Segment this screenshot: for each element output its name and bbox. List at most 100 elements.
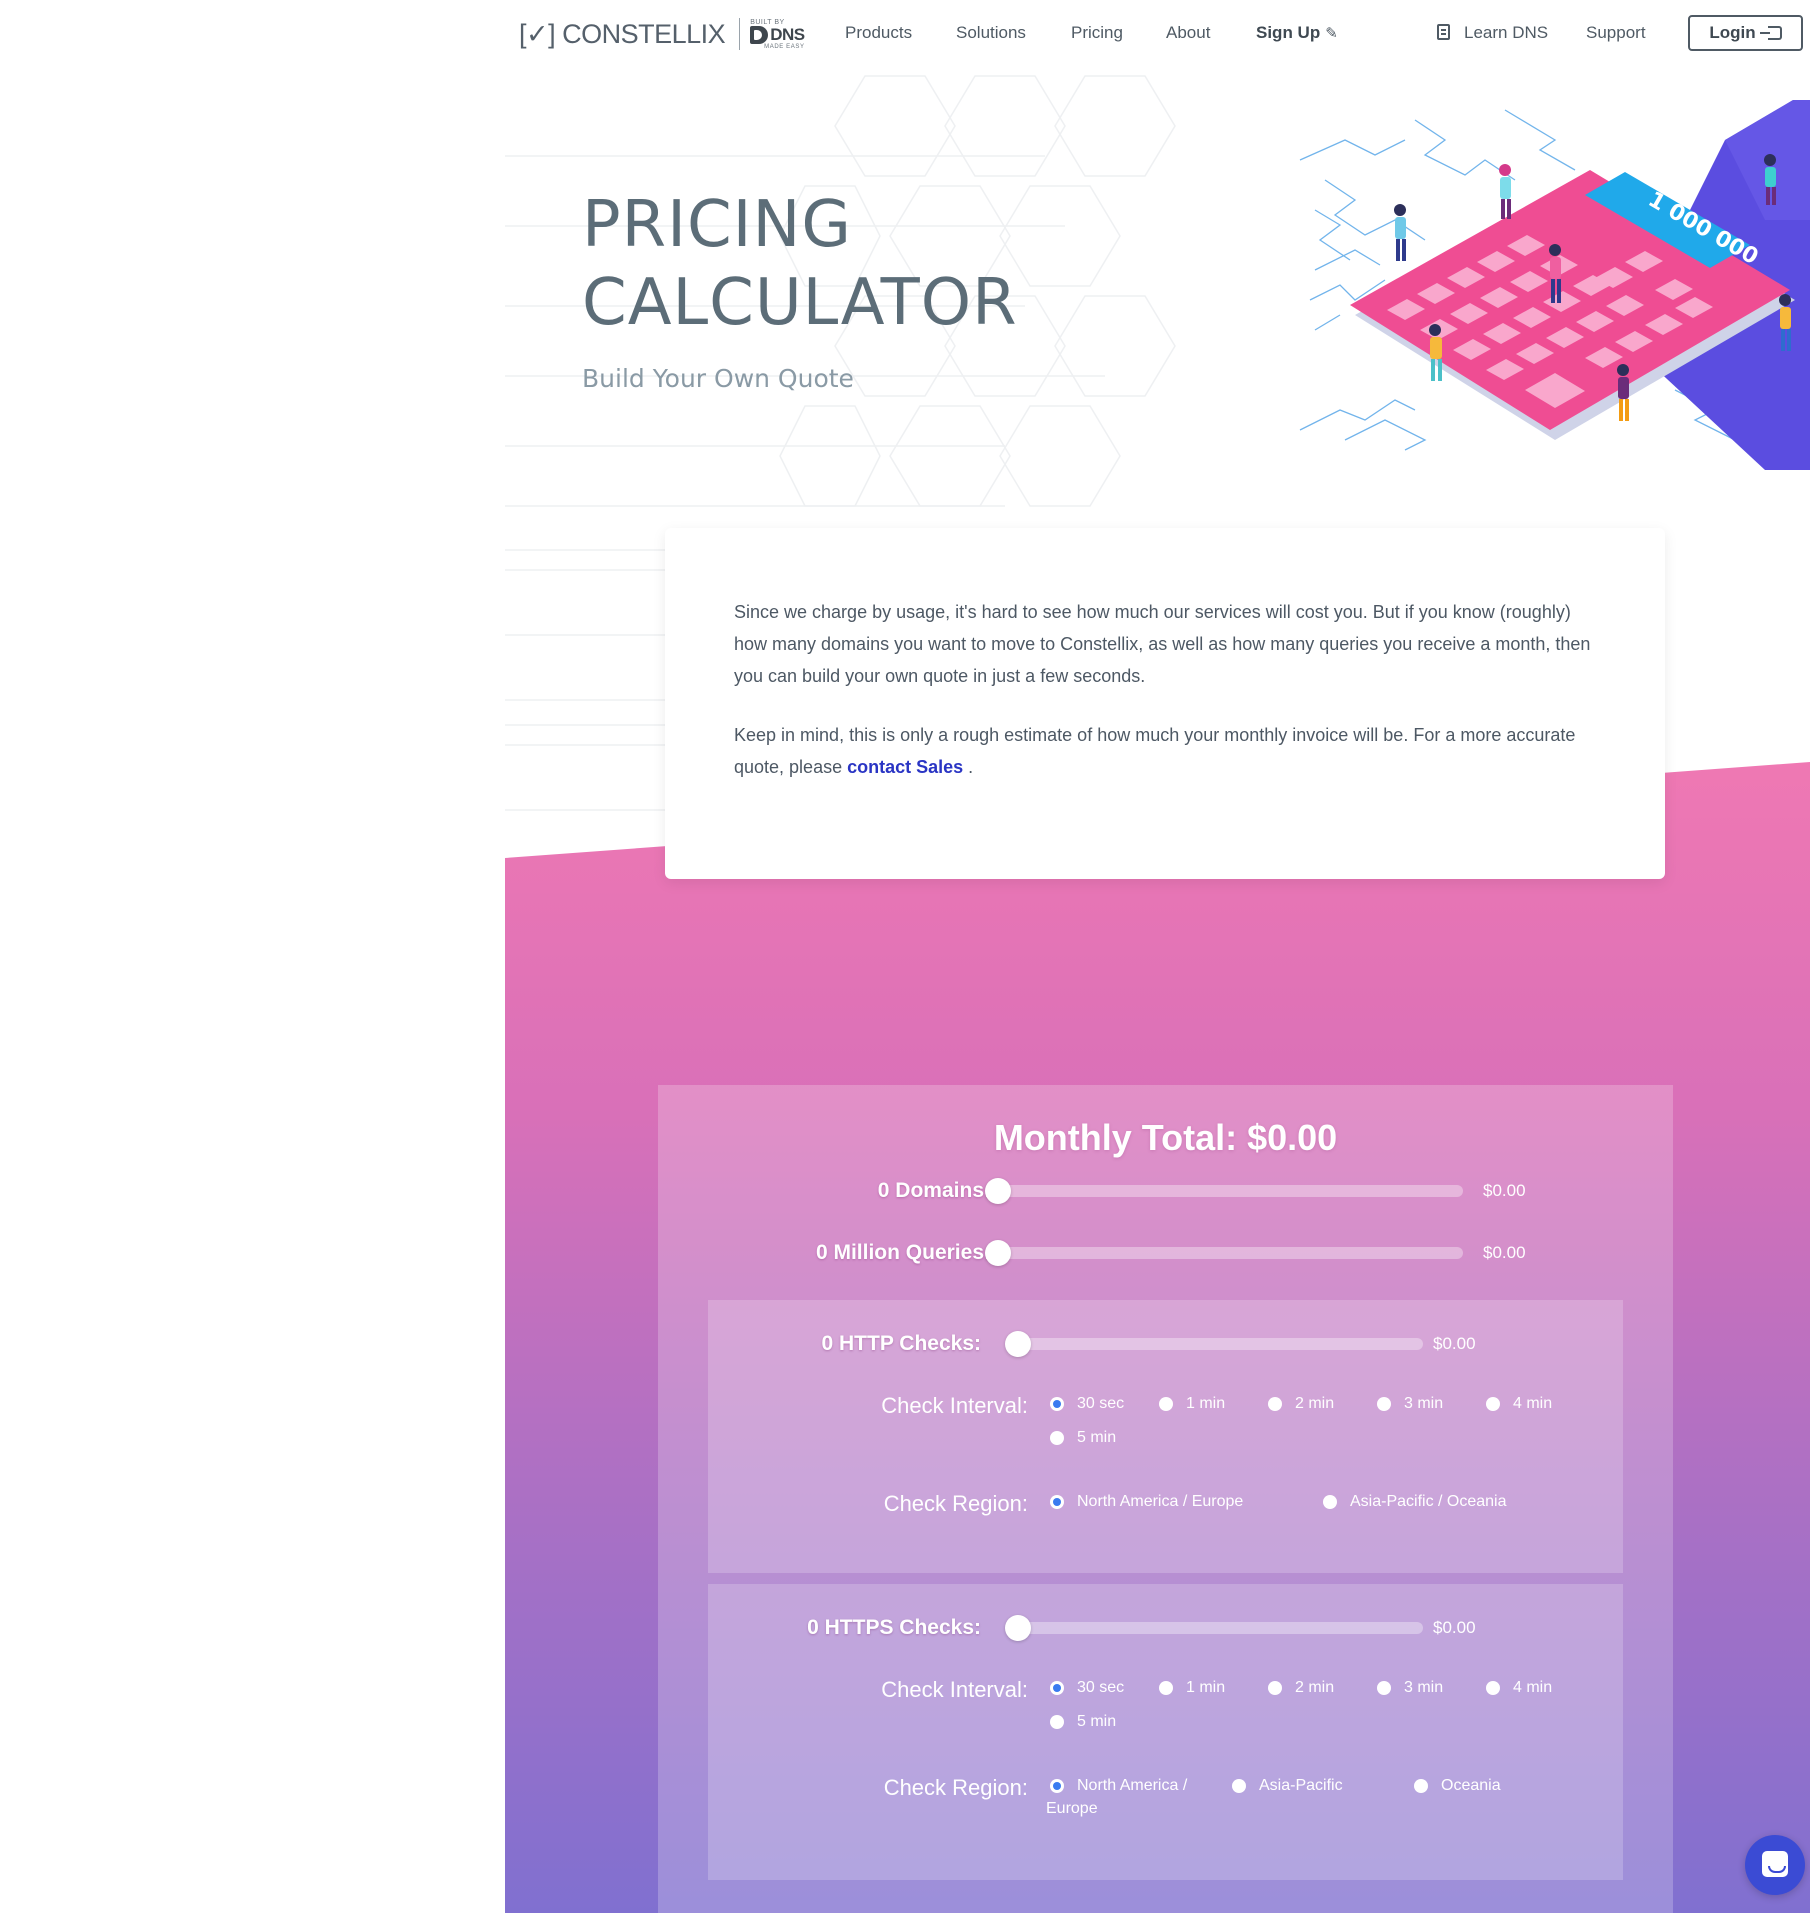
logo-divider <box>739 18 741 50</box>
radio-dot <box>1050 1779 1064 1793</box>
http-interval-2min[interactable]: 2 min <box>1268 1394 1334 1413</box>
http-interval-1min[interactable]: 1 min <box>1159 1394 1225 1413</box>
radio-dot <box>1268 1397 1282 1411</box>
intro-paragraph-1: Since we charge by usage, it's hard to s… <box>734 602 1591 686</box>
https-interval-3min-label: 3 min <box>1404 1679 1444 1696</box>
page-subtitle: Build Your Own Quote <box>582 364 854 393</box>
radio-dot <box>1377 1681 1391 1695</box>
queries-slider-thumb[interactable] <box>985 1240 1011 1266</box>
https-region-label: Check Region: <box>883 1775 1028 1800</box>
https-checks-section: 0 HTTPS Checks: $0.00 Check Interval: 30… <box>708 1584 1623 1880</box>
page-title-line-1: PRICING <box>582 188 852 262</box>
http-interval-30sec-label: 30 sec <box>1077 1395 1125 1412</box>
https-checks-price: $0.00 <box>1433 1618 1476 1637</box>
https-region-na-eu-label: North America / <box>1077 1777 1188 1794</box>
http-interval-3min[interactable]: 3 min <box>1377 1394 1443 1413</box>
http-interval-1min-label: 1 min <box>1186 1395 1226 1412</box>
login-icon <box>1759 26 1782 40</box>
https-region-apac[interactable]: Asia-Pacific <box>1232 1776 1343 1795</box>
radio-dot <box>1050 1397 1064 1411</box>
domains-price: $0.00 <box>1483 1181 1526 1200</box>
made-easy-text: MADE EASY <box>764 43 805 50</box>
pencil-icon: ✎ <box>1325 25 1338 42</box>
queries-slider[interactable] <box>998 1247 1463 1259</box>
nav-support[interactable]: Support <box>1586 23 1646 43</box>
http-interval-30sec[interactable]: 30 sec <box>1050 1394 1124 1413</box>
https-interval-5min[interactable]: 5 min <box>1050 1712 1116 1731</box>
login-button[interactable]: Login <box>1688 15 1803 51</box>
http-checks-section: 0 HTTP Checks: $0.00 Check Interval: 30 … <box>708 1300 1623 1573</box>
http-interval-4min[interactable]: 4 min <box>1486 1394 1552 1413</box>
radio-dot <box>1159 1681 1173 1695</box>
https-interval-1min[interactable]: 1 min <box>1159 1678 1225 1697</box>
queries-label: 0 Million Queries: <box>815 1241 991 1264</box>
https-region-oceania[interactable]: Oceania <box>1414 1776 1501 1795</box>
constellix-logo[interactable]: [✓] CONSTELLIX BUILT BY DNS MADE EASY <box>519 18 805 50</box>
https-interval-2min[interactable]: 2 min <box>1268 1678 1334 1697</box>
http-interval-5min-label: 5 min <box>1077 1429 1117 1446</box>
calculator-panel: Monthly Total: $0.00 0 Domains: $0.00 0 … <box>658 1085 1673 1913</box>
radio-dot <box>1486 1681 1500 1695</box>
contact-sales-link[interactable]: contact Sales <box>847 757 963 777</box>
page-title-line-2: CALCULATOR <box>582 266 1018 340</box>
http-interval-5min[interactable]: 5 min <box>1050 1428 1116 1447</box>
radio-dot <box>1268 1681 1282 1695</box>
http-checks-slider[interactable] <box>1018 1338 1423 1350</box>
https-checks-slider[interactable] <box>1018 1622 1423 1634</box>
logo-text: [✓] CONSTELLIX <box>519 18 726 49</box>
nav-solutions[interactable]: Solutions <box>956 23 1026 43</box>
radio-dot <box>1486 1397 1500 1411</box>
domains-slider-thumb[interactable] <box>985 1178 1011 1204</box>
radio-dot <box>1159 1397 1173 1411</box>
radio-dot <box>1050 1715 1064 1729</box>
decorative-lines <box>505 549 665 811</box>
http-region-na-eu-label: North America / Europe <box>1077 1493 1244 1510</box>
https-region-oceania-label: Oceania <box>1441 1777 1501 1794</box>
page-title: PRICING CALCULATOR <box>582 186 1018 342</box>
queries-price: $0.00 <box>1483 1243 1526 1262</box>
signup-label: Sign Up <box>1256 23 1321 42</box>
monthly-total: Monthly Total: $0.00 <box>993 1117 1338 1158</box>
calculator-illustration: 1 000 000 <box>1299 100 1810 470</box>
chat-icon[interactable] <box>1745 1835 1805 1895</box>
nav-about[interactable]: About <box>1166 23 1210 43</box>
http-interval-4min-label: 4 min <box>1513 1395 1553 1412</box>
intro-paragraph-2: Keep in mind, this is only a rough estim… <box>734 719 1595 783</box>
http-region-na-eu[interactable]: North America / Europe <box>1050 1492 1243 1511</box>
http-checks-price: $0.00 <box>1433 1334 1476 1353</box>
https-region-na-eu[interactable]: North America / Europe <box>1046 1776 1187 1818</box>
login-label: Login <box>1709 23 1756 42</box>
https-region-na-eu-label-line-2: Europe <box>1046 1800 1098 1817</box>
https-interval-30sec-label: 30 sec <box>1077 1679 1125 1696</box>
http-interval-2min-label: 2 min <box>1295 1395 1335 1412</box>
top-navigation: [✓] CONSTELLIX BUILT BY DNS MADE EASY Pr… <box>505 0 1810 66</box>
https-interval-label: Check Interval: <box>881 1677 1028 1702</box>
https-interval-4min-label: 4 min <box>1513 1679 1553 1696</box>
nav-pricing[interactable]: Pricing <box>1071 23 1123 43</box>
page: [✓] CONSTELLIX BUILT BY DNS MADE EASY Pr… <box>505 0 1810 1913</box>
http-checks-slider-thumb[interactable] <box>1005 1331 1031 1357</box>
https-region-apac-label: Asia-Pacific <box>1259 1777 1343 1794</box>
radio-dot <box>1050 1495 1064 1509</box>
domains-slider[interactable] <box>998 1185 1463 1197</box>
radio-dot <box>1232 1779 1246 1793</box>
https-checks-label: 0 HTTPS Checks: <box>807 1616 981 1639</box>
https-checks-slider-thumb[interactable] <box>1005 1615 1031 1641</box>
http-interval-label: Check Interval: <box>881 1393 1028 1418</box>
dns-brand-text: DNS <box>770 25 805 44</box>
radio-dot <box>1050 1681 1064 1695</box>
https-interval-4min[interactable]: 4 min <box>1486 1678 1552 1697</box>
https-interval-30sec[interactable]: 30 sec <box>1050 1678 1124 1697</box>
radio-dot <box>1414 1779 1428 1793</box>
nav-products[interactable]: Products <box>845 23 912 43</box>
http-region-apac[interactable]: Asia-Pacific / Oceania <box>1323 1492 1507 1511</box>
https-interval-1min-label: 1 min <box>1186 1679 1226 1696</box>
nav-learn-dns[interactable]: Learn DNS <box>1437 23 1548 43</box>
https-region-na-eu-line-1: North America / <box>1050 1776 1187 1795</box>
http-region-label: Check Region: <box>883 1491 1028 1516</box>
dns-made-easy-logo: BUILT BY DNS MADE EASY <box>750 19 805 50</box>
https-interval-3min[interactable]: 3 min <box>1377 1678 1443 1697</box>
http-region-apac-label: Asia-Pacific / Oceania <box>1350 1493 1507 1510</box>
nav-signup[interactable]: Sign Up ✎ <box>1256 23 1338 43</box>
https-interval-5min-label: 5 min <box>1077 1713 1117 1730</box>
